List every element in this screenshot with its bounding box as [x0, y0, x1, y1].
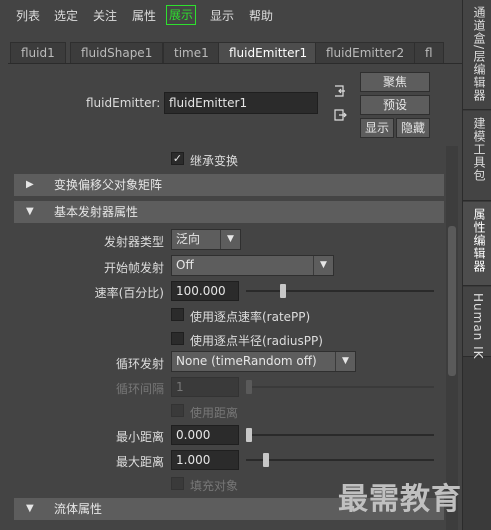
dock-tab-channel-box[interactable]: 通道盒/层编辑器 — [463, 0, 491, 110]
min-distance-slider-track[interactable] — [246, 434, 434, 436]
menu-bar: 列表 选定 关注 属性 展示 显示 帮助 — [0, 0, 462, 30]
tab-fluidemitter2[interactable]: fluidEmitter2 — [315, 42, 416, 63]
cycle-emission-dropdown[interactable]: None (timeRandom off) ▼ — [171, 351, 356, 372]
cycle-emission-label: 循环发射 — [115, 357, 164, 371]
min-distance-field[interactable]: 0.000 — [171, 425, 239, 445]
watermark-text: 最需教育 — [338, 482, 462, 517]
start-frame-dropdown[interactable]: Off ▼ — [171, 255, 334, 276]
max-distance-slider-track[interactable] — [246, 459, 434, 461]
tab-fluidemitter1[interactable]: fluidEmitter1 — [218, 42, 319, 63]
section-basic-emitter[interactable]: ▼ 基本发射器属性 — [14, 201, 444, 223]
max-distance-field[interactable]: 1.000 — [171, 450, 239, 470]
expanded-arrow-icon: ▼ — [26, 503, 34, 514]
show-button[interactable]: 显示 — [360, 118, 394, 138]
inherit-transform-checkbox[interactable]: ✓ — [171, 152, 184, 165]
dock-tab-modeling-toolkit[interactable]: 建模工具包 — [463, 111, 491, 201]
chevron-down-icon: ▼ — [313, 256, 333, 275]
inherit-transform-label: 继承变换 — [190, 154, 239, 168]
rate-field[interactable]: 100.000 — [171, 281, 239, 301]
fill-object-label: 填充对象 — [190, 479, 239, 493]
use-rate-pp-checkbox[interactable] — [171, 308, 184, 321]
use-distance-checkbox — [171, 404, 184, 417]
dock-tab-human-ik-label: Human IK — [471, 293, 485, 360]
rate-slider-handle[interactable] — [280, 284, 286, 298]
focus-button[interactable]: 聚焦 — [360, 72, 430, 92]
menu-show-highlighted[interactable]: 展示 — [166, 5, 197, 25]
dock-tab-human-ik[interactable]: Human IK — [463, 287, 491, 360]
rate-slider-track[interactable] — [246, 290, 434, 292]
expanded-arrow-icon: ▼ — [26, 206, 34, 217]
dock-tab-attribute-editor[interactable]: 属性编辑器 — [463, 202, 491, 286]
menu-display[interactable]: 显示 — [210, 7, 234, 24]
scrollbar-thumb[interactable] — [448, 226, 456, 376]
max-distance-label: 最大距离 — [115, 455, 164, 469]
dock-tab-attribute-editor-label: 属性编辑器 — [472, 208, 486, 273]
cycle-interval-field: 1 — [171, 377, 239, 397]
min-distance-slider-handle[interactable] — [246, 428, 252, 442]
dock-tab-channel-box-label: 通道盒/层编辑器 — [472, 6, 486, 103]
attribute-panel: ✓ 继承变换 ▶ 变换偏移父对象矩阵 ▼ 基本发射器属性 发射器类型 泛向 ▼ … — [14, 146, 446, 530]
menu-focus[interactable]: 关注 — [93, 7, 117, 24]
tab-more[interactable]: fl — [414, 42, 444, 63]
dock-tab-modeling-toolkit-label: 建模工具包 — [472, 117, 486, 182]
node-tabs: fluid1 fluidShape1 time1 fluidEmitter1 f… — [8, 42, 462, 64]
emitter-type-label: 发射器类型 — [103, 235, 164, 249]
chevron-down-icon: ▼ — [220, 230, 240, 249]
tab-fluid1[interactable]: fluid1 — [10, 42, 66, 63]
cycle-interval-slider-track — [246, 386, 434, 388]
node-name-field[interactable]: fluidEmitter1 — [164, 92, 318, 114]
hide-button[interactable]: 隐藏 — [396, 118, 430, 138]
menu-help[interactable]: 帮助 — [249, 7, 273, 24]
cycle-emission-value: None (timeRandom off) — [176, 354, 317, 368]
emitter-type-dropdown[interactable]: 泛向 ▼ — [171, 229, 241, 250]
use-distance-label: 使用距离 — [190, 406, 239, 420]
fill-object-checkbox — [171, 477, 184, 490]
output-connections-icon[interactable] — [333, 108, 347, 122]
cycle-interval-label: 循环间隔 — [115, 382, 164, 396]
emitter-type-value: 泛向 — [176, 232, 201, 246]
section-fluid-title: 流体属性 — [54, 502, 103, 516]
tab-time1[interactable]: time1 — [163, 42, 220, 63]
max-distance-slider-handle[interactable] — [263, 453, 269, 467]
menu-select[interactable]: 选定 — [54, 7, 78, 24]
tab-fluidshape1[interactable]: fluidShape1 — [70, 42, 164, 63]
right-dock: 通道盒/层编辑器 建模工具包 属性编辑器 Human IK — [462, 0, 491, 530]
rate-label: 速率(百分比) — [94, 286, 164, 300]
cycle-interval-slider-handle — [246, 380, 252, 394]
collapsed-arrow-icon: ▶ — [26, 179, 34, 190]
menu-attributes[interactable]: 属性 — [132, 7, 156, 24]
min-distance-label: 最小距离 — [115, 430, 164, 444]
chevron-down-icon: ▼ — [335, 352, 355, 371]
presets-button[interactable]: 预设 — [360, 95, 430, 115]
menu-list[interactable]: 列表 — [16, 7, 40, 24]
use-rate-pp-label: 使用逐点速率(ratePP) — [190, 310, 311, 324]
use-radius-pp-label: 使用逐点半径(radiusPP) — [190, 334, 323, 348]
input-connections-icon[interactable] — [333, 84, 347, 98]
node-type-label: fluidEmitter: — [86, 96, 161, 110]
section-transform-offset[interactable]: ▶ 变换偏移父对象矩阵 — [14, 174, 444, 196]
section-basic-title: 基本发射器属性 — [54, 205, 139, 219]
section-transform-title: 变换偏移父对象矩阵 — [54, 178, 163, 192]
use-radius-pp-checkbox[interactable] — [171, 332, 184, 345]
panel-scrollbar[interactable] — [446, 146, 458, 530]
start-frame-value: Off — [176, 258, 194, 272]
start-frame-label: 开始帧发射 — [103, 261, 164, 275]
